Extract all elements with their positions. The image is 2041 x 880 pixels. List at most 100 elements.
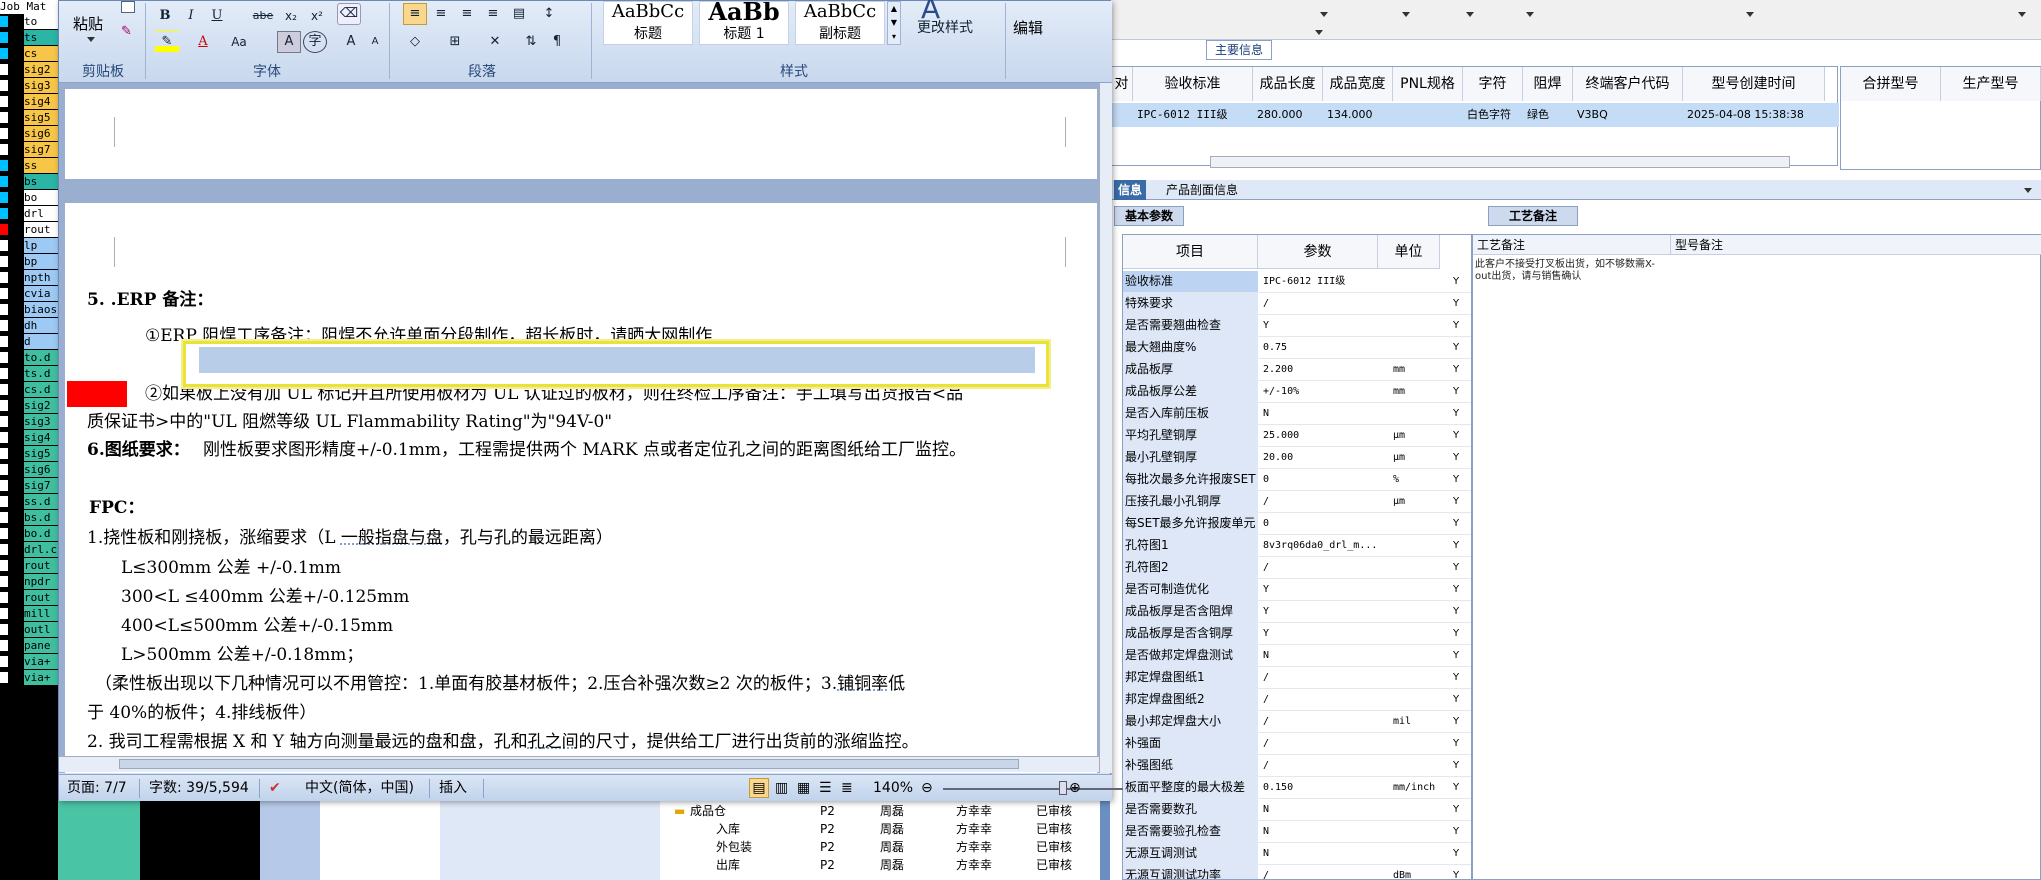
tab-info[interactable]: 信息 (1114, 180, 1147, 200)
zoom-slider[interactable] (943, 788, 1123, 790)
table-cell[interactable] (1115, 105, 1131, 125)
table-row[interactable]: 压接孔最小孔铜厚 / μm Y (1123, 491, 1471, 513)
layer-item[interactable]: lp (0, 238, 58, 254)
table-cell[interactable]: Y (1261, 579, 1381, 600)
layer-swatch[interactable] (0, 352, 8, 363)
table-cell[interactable]: 绿色 (1527, 105, 1571, 125)
font-color-button[interactable]: A (191, 31, 215, 53)
layer-item[interactable]: d (0, 334, 58, 350)
column-header[interactable]: 验收标准 (1133, 67, 1253, 101)
chevron-down-icon[interactable] (1315, 30, 1323, 35)
layer-swatch[interactable] (0, 208, 8, 219)
column-header-param[interactable]: 参数 (1258, 235, 1378, 269)
table-cell[interactable]: / (1261, 755, 1381, 776)
align-center-icon[interactable]: ≡ (429, 3, 453, 25)
layer-item[interactable]: sig7 (0, 478, 58, 494)
outline-icon[interactable]: ☰ (819, 775, 832, 802)
layer-swatch[interactable] (0, 48, 8, 59)
table-cell[interactable]: N (1261, 403, 1381, 424)
distribute-icon[interactable]: ▤ (507, 3, 531, 25)
table-cell[interactable]: 20.00 (1261, 447, 1381, 468)
table-cell[interactable]: N (1261, 799, 1381, 820)
layer-swatch[interactable] (0, 64, 8, 75)
edit-button[interactable]: 编辑 (1013, 17, 1043, 38)
table-cell[interactable]: V3BQ (1577, 105, 1681, 125)
zoom-level[interactable]: 140% (873, 775, 913, 802)
web-layout-icon[interactable]: ▦ (797, 775, 810, 802)
zoom-out-icon[interactable]: ⊖ (921, 775, 933, 802)
horizontal-scrollbar[interactable] (59, 756, 1099, 772)
italic-button[interactable]: I (179, 5, 203, 27)
table-row[interactable]: 是否入库前压板 N Y (1123, 403, 1471, 425)
chevron-down-icon[interactable] (1402, 12, 1410, 17)
table-row[interactable]: 是否做邦定焊盘测试 N Y (1123, 645, 1471, 667)
table-cell[interactable]: Y (1261, 623, 1381, 644)
line-spacing-icon[interactable]: ↕ (537, 3, 561, 25)
table-cell[interactable]: 280.000 (1257, 105, 1321, 125)
change-case-button[interactable]: Aa (227, 31, 251, 53)
table-cell[interactable]: / (1261, 491, 1381, 512)
layer-item[interactable]: sig6 (0, 462, 58, 478)
table-row[interactable]: 每批次最多允许报废SET 0% Y (1123, 469, 1471, 491)
draft-icon[interactable]: ≣ (841, 775, 853, 802)
layer-item[interactable]: pane (0, 638, 58, 654)
enclose-char-icon[interactable]: 字 (303, 31, 327, 53)
zoom-in-icon[interactable]: ⊕ (1069, 775, 1081, 802)
chevron-down-icon[interactable] (87, 37, 95, 42)
table-row[interactable]: 是否需要翘曲检查 Y Y (1123, 315, 1471, 337)
table-row[interactable]: 成品板厚是否含铜厚 Y Y (1123, 623, 1471, 645)
table-cell[interactable]: 0 (1261, 469, 1381, 490)
column-header-item[interactable]: 项目 (1123, 235, 1258, 269)
layer-item[interactable]: sig7 (0, 142, 58, 158)
layer-swatch[interactable] (0, 544, 8, 555)
layer-item[interactable]: ts.d (0, 366, 58, 382)
justify-icon[interactable]: ≡ (481, 3, 505, 25)
column-header[interactable]: 型号创建时间 (1683, 67, 1825, 101)
fullscreen-read-icon[interactable]: ▥ (775, 775, 788, 802)
table-cell[interactable]: IPC-6012 III级 (1261, 271, 1381, 292)
table-row[interactable]: 最大翘曲度% 0.75 Y (1123, 337, 1471, 359)
table-row[interactable]: 成品板厚 2.200 mm Y (1123, 359, 1471, 381)
layer-swatch[interactable] (0, 256, 8, 267)
styles-scroll[interactable]: ▲ ▼ ▾ (887, 1, 901, 45)
layer-item[interactable]: sig3 (0, 414, 58, 430)
layer-item[interactable]: cs.d (0, 382, 58, 398)
layer-swatch[interactable] (0, 224, 8, 235)
layer-swatch[interactable] (0, 592, 8, 603)
column-header[interactable]: 成品宽度 (1323, 67, 1393, 101)
column-header[interactable]: PNL规格 (1393, 67, 1463, 101)
layer-swatch[interactable] (0, 432, 8, 443)
layer-item[interactable]: sig3 (0, 78, 58, 94)
layer-swatch[interactable] (0, 512, 8, 523)
style-heading-1[interactable]: AaBb 标题 1 (699, 1, 789, 45)
layer-swatch[interactable] (0, 320, 8, 331)
layer-swatch[interactable] (0, 368, 8, 379)
copy-icon[interactable] (121, 1, 135, 13)
table-row[interactable]: 补强图纸 / Y (1123, 755, 1471, 777)
table-row[interactable]: 是否需要验孔检查 N Y (1123, 821, 1471, 843)
clear-format-icon[interactable]: ⌫ (337, 3, 361, 25)
table-row[interactable]: 特殊要求 / Y (1123, 293, 1471, 315)
align-right-icon[interactable]: ≡ (455, 3, 479, 25)
table-row[interactable]: 验收标准 IPC-6012 III级 Y (1123, 271, 1471, 293)
layer-item[interactable]: bs (0, 174, 58, 190)
layer-swatch[interactable] (0, 128, 8, 139)
table-cell[interactable]: Y (1261, 601, 1381, 622)
borders-icon[interactable]: ⊞ (443, 31, 467, 53)
layer-swatch[interactable] (0, 192, 8, 203)
table-cell[interactable]: / (1261, 667, 1381, 688)
word-count[interactable]: 字数: 39/5,594 (149, 775, 249, 802)
layer-swatch[interactable] (0, 112, 8, 123)
change-styles-button[interactable]: 更改样式 (905, 17, 985, 37)
table-cell[interactable]: 8v3rq06da0_drl_m... (1261, 535, 1381, 556)
table-cell[interactable]: / (1261, 557, 1381, 578)
paste-button[interactable]: 粘贴 (73, 13, 103, 34)
table-cell[interactable]: Y (1261, 315, 1381, 336)
layer-swatch[interactable] (0, 640, 8, 651)
table-cell[interactable]: / (1261, 865, 1381, 879)
tab-main-info[interactable]: 主要信息 (1206, 40, 1272, 60)
layer-swatch[interactable] (0, 144, 8, 155)
column-header[interactable]: 成品长度 (1253, 67, 1323, 101)
layer-item[interactable]: drl.c (0, 542, 58, 558)
column-header-unit[interactable]: 单位 (1378, 235, 1440, 269)
